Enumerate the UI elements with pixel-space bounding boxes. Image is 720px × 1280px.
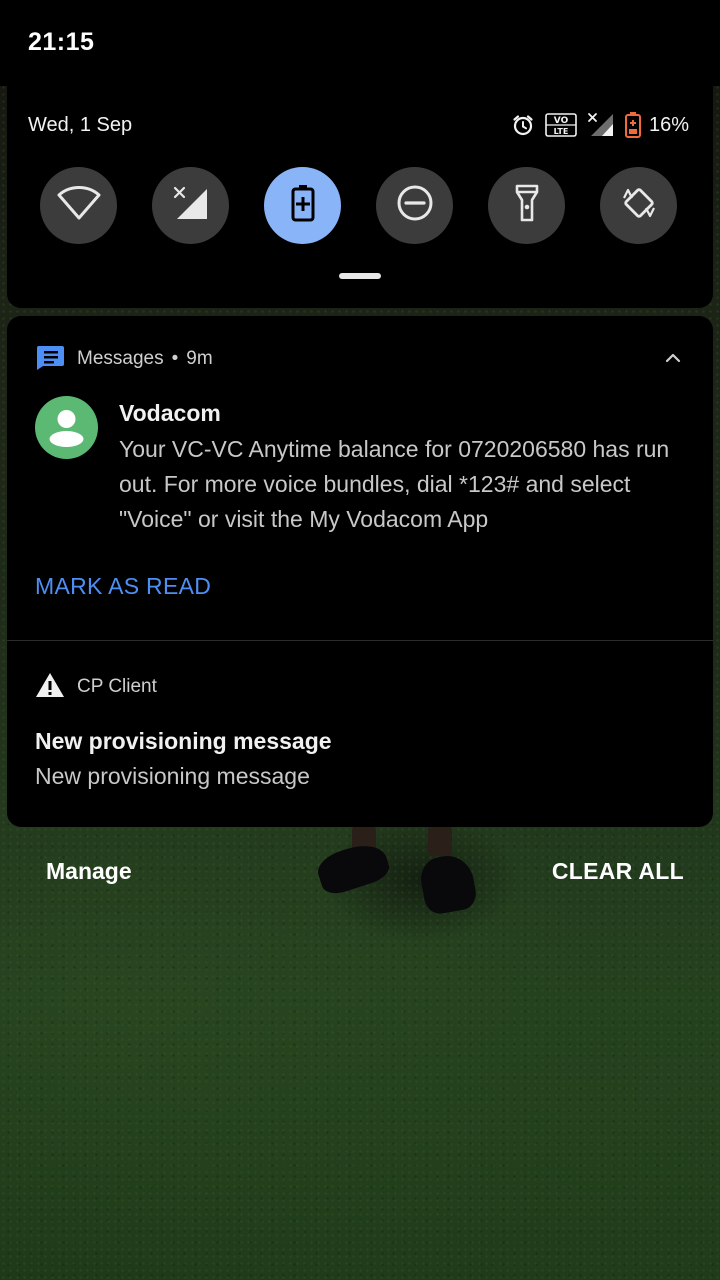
notification-divider [7,640,713,641]
qs-tiles-row [40,167,680,245]
qs-date[interactable]: Wed, 1 Sep [28,114,132,137]
dnd-icon [395,183,435,228]
person-icon [49,410,84,447]
flashlight-icon [514,183,540,228]
cell-signal-icon [172,185,210,226]
wifi-icon [57,185,101,226]
message-body[interactable]: Your VC-VC Anytime balance for 072020658… [119,432,689,537]
volte-bottom-text: LTE [554,127,569,136]
status-bar: 21:15 [0,0,720,86]
cell-signal-no-data-icon [587,112,615,138]
volte-icon: VO LTE [545,113,577,137]
tile-auto-rotate[interactable] [600,167,677,244]
battery-saver-icon [291,184,315,227]
messages-app-name: Messages [77,348,164,369]
tile-mobile-data[interactable] [152,167,229,244]
battery-low-icon [624,112,641,138]
quick-settings-panel: Wed, 1 Sep VO LTE 16% [7,86,713,308]
qs-status-icons: VO LTE 16% [511,110,689,140]
sender-name: Vodacom [119,400,221,426]
tile-flashlight[interactable] [488,167,565,244]
mark-as-read-button[interactable]: MARK AS READ [35,573,211,600]
messages-app-icon [35,344,65,375]
clear-all-button[interactable]: CLEAR ALL [552,858,684,885]
warning-icon [35,672,65,703]
sender-avatar [35,396,98,459]
notification-time: 9m [186,348,213,369]
tile-wifi[interactable] [40,167,117,244]
header-separator: • [171,348,179,369]
messages-notification-header[interactable]: Messages • 9m [35,344,213,374]
cp-client-app-name: CP Client [77,676,157,697]
auto-rotate-icon [619,183,659,228]
tile-do-not-disturb[interactable] [376,167,453,244]
status-clock: 21:15 [28,28,95,56]
collapse-chevron-icon[interactable] [663,348,683,368]
cp-client-text[interactable]: New provisioning message [35,763,310,790]
tile-battery-saver[interactable] [264,167,341,244]
notification-card: Messages • 9m Vodacom Your VC-VC Anytime… [7,316,713,827]
volte-top-text: VO [554,116,569,126]
alarm-icon [511,113,535,137]
battery-percent: 16% [648,113,689,136]
cp-client-notification-header[interactable]: CP Client [35,672,157,702]
manage-button[interactable]: Manage [46,858,132,885]
cp-client-title[interactable]: New provisioning message [35,728,332,755]
qs-drag-handle[interactable] [339,273,381,279]
